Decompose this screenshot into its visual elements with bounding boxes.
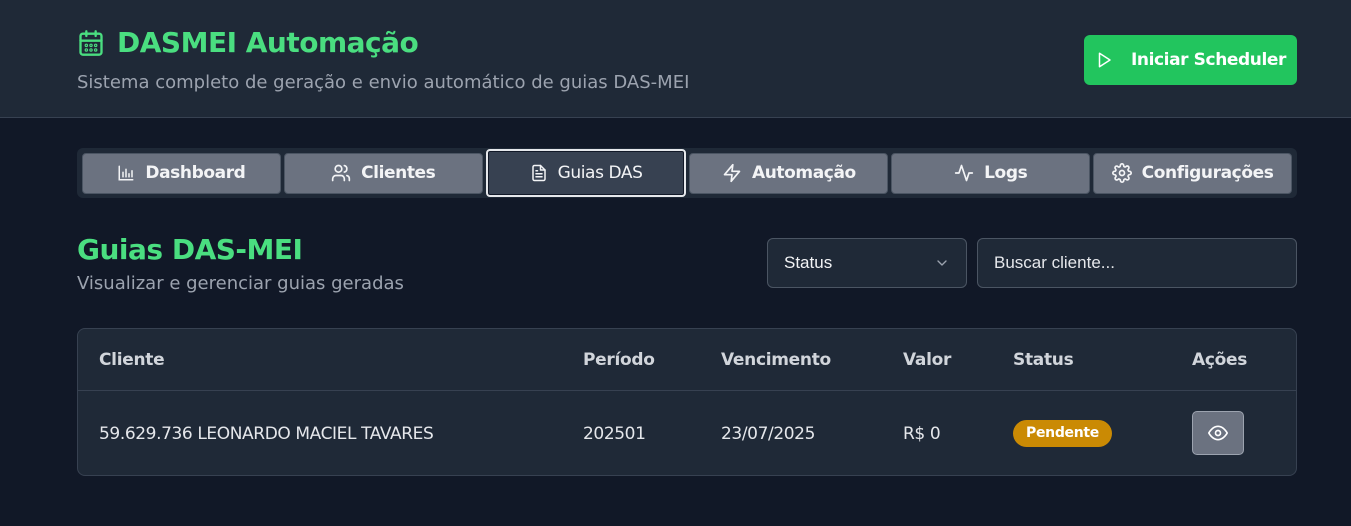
tab-dashboard[interactable]: Dashboard	[82, 152, 281, 194]
column-header-status: Status	[1013, 350, 1074, 370]
play-icon	[1095, 51, 1113, 69]
status-badge: Pendente	[1013, 420, 1112, 447]
cell-valor: R$ 0	[903, 424, 941, 444]
gear-icon	[1111, 163, 1132, 183]
view-guia-button[interactable]	[1192, 411, 1244, 455]
tab-clientes[interactable]: Clientes	[283, 152, 483, 194]
column-header-periodo: Período	[583, 350, 655, 370]
column-header-acoes: Ações	[1192, 350, 1248, 370]
guias-table: Cliente Período Vencimento Valor Status …	[77, 328, 1297, 476]
tab-label: Automação	[751, 163, 856, 183]
status-filter-value: Status	[784, 253, 833, 272]
app-subtitle: Sistema completo de geração e envio auto…	[77, 72, 690, 93]
bar-chart-icon	[117, 164, 135, 182]
column-header-vencimento: Vencimento	[721, 350, 831, 370]
status-filter-select[interactable]: Status	[767, 238, 967, 288]
app-header: DASMEI Automação Sistema completo de ger…	[0, 0, 1351, 118]
tab-label: Dashboard	[145, 163, 246, 183]
tab-guias-das[interactable]: Guias DAS	[485, 149, 687, 197]
column-header-cliente: Cliente	[99, 350, 165, 370]
tab-configuracoes[interactable]: Configurações	[1093, 152, 1292, 194]
activity-icon	[954, 163, 974, 183]
tab-bar: Dashboard Clientes Guias DAS Automação L…	[77, 148, 1297, 198]
cell-cliente: 59.629.736 LEONARDO MACIEL TAVARES	[99, 424, 434, 444]
tab-label: Logs	[984, 163, 1028, 183]
start-scheduler-label: Iniciar Scheduler	[1130, 50, 1287, 70]
search-client-input[interactable]	[977, 238, 1297, 288]
tab-logs[interactable]: Logs	[891, 152, 1091, 194]
tab-automacao[interactable]: Automação	[689, 152, 889, 194]
eye-icon	[1208, 423, 1228, 443]
title-row: DASMEI Automação	[77, 26, 419, 59]
tab-label: Clientes	[361, 163, 436, 183]
chevron-down-icon	[934, 255, 950, 271]
lightning-icon	[722, 163, 742, 183]
tab-label: Configurações	[1141, 163, 1274, 183]
app-title: DASMEI Automação	[117, 26, 419, 59]
start-scheduler-button[interactable]: Iniciar Scheduler	[1084, 35, 1297, 85]
cell-periodo: 202501	[583, 424, 646, 444]
document-icon	[530, 163, 548, 183]
table-header: Cliente Período Vencimento Valor Status …	[78, 329, 1296, 391]
cell-vencimento: 23/07/2025	[721, 424, 815, 444]
calendar-icon	[77, 29, 105, 57]
section-title: Guias DAS-MEI	[77, 233, 303, 266]
column-header-valor: Valor	[903, 350, 952, 370]
users-icon	[331, 163, 351, 183]
section-subtitle: Visualizar e gerenciar guias geradas	[77, 273, 404, 294]
tab-label: Guias DAS	[557, 163, 643, 183]
